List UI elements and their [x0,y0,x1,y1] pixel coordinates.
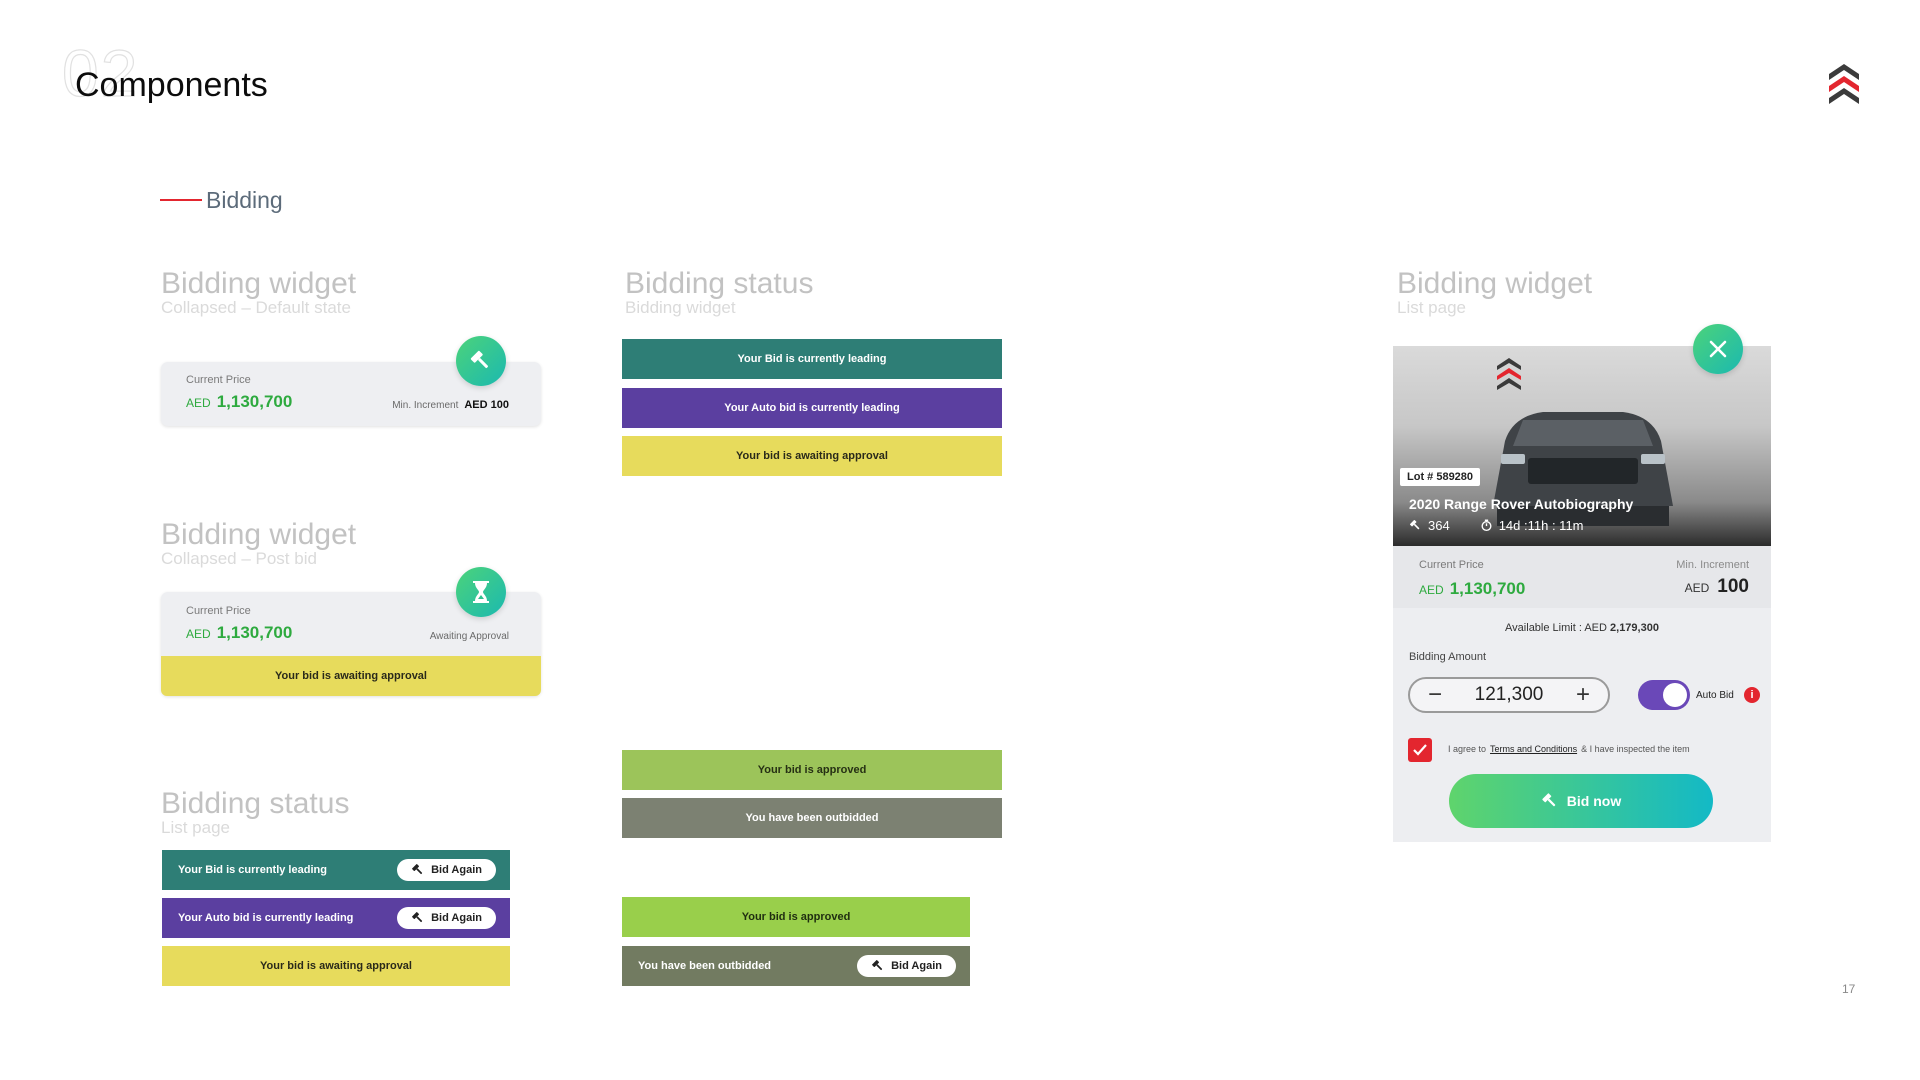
status-bar-approved: Your bid is approved [622,750,1002,790]
toggle-knob [1663,683,1687,707]
decrement-button[interactable]: − [1428,683,1442,707]
page-number: 17 [1842,982,1856,996]
status-bar-awaiting: Your bid is awaiting approval [161,656,541,696]
bid-again-button[interactable]: Bid Again [397,859,496,881]
current-price-label: Current Price [186,605,251,617]
hourglass-icon [473,581,489,603]
close-fab-button[interactable] [1693,324,1743,374]
status-bar-leading: Your Bid is currently leading [622,339,1002,379]
current-price-value: 1,130,700 [216,392,293,411]
bids-count: 364 [1428,518,1450,533]
status-bar-awaiting: Your bid is awaiting approval [622,436,1002,476]
increment-button[interactable]: + [1576,683,1590,707]
bid-now-label: Bid now [1566,793,1622,809]
car-image [1493,358,1673,526]
status-widget-title: Bidding status [625,267,814,300]
auto-bid-toggle[interactable] [1638,680,1690,710]
bid-fab-button[interactable] [456,336,506,386]
lot-number-badge: Lot # 589280 [1400,468,1481,486]
list-status-auto-leading: Your Auto bid is currently leading Bid A… [162,898,510,938]
bid-again-label: Bid Again [431,864,482,876]
auto-bid-label: Auto Bid [1696,690,1734,701]
section-accent-line [160,199,202,201]
page-title: Components [75,66,268,104]
list-status-leading: Your Bid is currently leading Bid Again [162,850,510,890]
widget-default-subtitle: Collapsed – Default state [161,298,351,317]
timer-icon [1481,519,1492,532]
info-icon[interactable]: i [1744,687,1760,703]
current-price-value: 1,130,700 [1449,579,1526,598]
widget-default-title: Bidding widget [161,267,357,300]
section-label: Bidding [206,187,283,213]
bidding-amount-label: Bidding Amount [1409,651,1487,663]
status-list-title: Bidding status [161,787,350,820]
agree-text: I agree to Terms and Conditions & I have… [1448,744,1690,754]
min-increment-value: 100 [1717,576,1749,597]
brand-logo-icon [1829,64,1859,104]
min-increment-label: Min. Increment [392,400,459,411]
bid-again-label: Bid Again [891,960,942,972]
car-meta: 364 14d :11h : 11m [1409,518,1584,533]
checkmark-icon [1413,744,1427,756]
currency-label: AED [186,627,211,641]
status-text: Your Auto bid is currently leading [178,912,354,924]
gavel-icon [412,864,423,875]
agree-prefix: I agree to [1448,744,1487,754]
gavel-icon [470,350,489,369]
widget-postbid-subtitle: Collapsed – Post bid [161,549,317,568]
agree-checkbox[interactable] [1408,738,1432,762]
status-text: Your Bid is currently leading [178,864,327,876]
currency-label: AED [186,396,211,410]
list-status-awaiting: Your bid is awaiting approval [162,946,510,986]
currency-label: AED [1419,583,1444,597]
bid-amount-stepper[interactable]: − 121,300 + [1408,677,1610,713]
available-limit-label: Available Limit : AED [1505,622,1607,634]
car-photo: Lot # 589280 2020 Range Rover Autobiogra… [1393,346,1771,546]
bid-now-button[interactable]: Bid now [1449,774,1713,828]
available-limit: Available Limit : AED 2,179,300 [1393,622,1771,634]
current-price-value: 1,130,700 [216,623,293,642]
list-widget-title: Bidding widget [1397,267,1593,300]
close-icon [1709,340,1727,358]
price-row: Current Price AED 1,130,700 Min. Increme… [1393,546,1771,608]
status-list-subtitle: List page [161,818,230,837]
terms-link[interactable]: Terms and Conditions [1490,744,1577,754]
bid-again-label: Bid Again [431,912,482,924]
gavel-icon [1409,519,1420,530]
widget-postbid-title: Bidding widget [161,518,357,551]
car-title[interactable]: 2020 Range Rover Autobiography [1409,496,1633,512]
status-text: You have been outbidded [638,960,772,972]
list-status-approved: Your bid is approved [622,897,970,937]
list-widget-subtitle: List page [1397,298,1466,317]
min-increment-value: AED 100 [464,399,509,411]
status-bar-outbidded: You have been outbidded [622,798,1002,838]
bid-amount-value[interactable]: 121,300 [1475,684,1544,706]
awaiting-fab-button[interactable] [456,567,506,617]
min-increment-currency: AED [1684,581,1710,595]
agree-suffix: & I have inspected the item [1581,744,1690,754]
gavel-icon [1542,793,1556,807]
available-limit-value: 2,179,300 [1610,622,1659,634]
list-status-outbidded: You have been outbidded Bid Again [622,946,970,986]
current-price-label: Current Price [186,374,251,386]
bid-again-button[interactable]: Bid Again [397,907,496,929]
list-bidding-widget: Lot # 589280 2020 Range Rover Autobiogra… [1393,346,1771,842]
awaiting-approval-text: Awaiting Approval [429,631,509,642]
time-left: 14d :11h : 11m [1498,518,1584,533]
min-increment-label: Min. Increment [1676,559,1749,571]
status-widget-subtitle: Bidding widget [625,298,736,317]
bid-again-button[interactable]: Bid Again [857,955,956,977]
gavel-icon [872,960,883,971]
gavel-icon [412,912,423,923]
status-bar-auto-leading: Your Auto bid is currently leading [622,388,1002,428]
current-price-label: Current Price [1419,559,1484,571]
